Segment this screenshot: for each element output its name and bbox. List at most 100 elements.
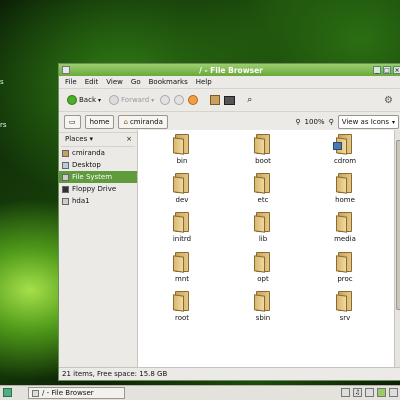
back-button[interactable]: Back ▾ — [65, 92, 103, 108]
sidebar-item-floppy[interactable]: Floppy Drive — [59, 183, 137, 195]
desktop-icon — [62, 161, 69, 169]
menu-help[interactable]: Help — [196, 78, 212, 86]
sidebar-item-desktop[interactable]: Desktop — [59, 159, 137, 171]
path-user-label: cmiranda — [129, 118, 163, 126]
folder-item[interactable]: root — [152, 289, 212, 322]
power-icon[interactable] — [389, 388, 398, 397]
folder-item[interactable]: lib — [233, 210, 293, 243]
folder-icon — [173, 132, 191, 155]
minimize-icon[interactable]: _ — [373, 66, 381, 74]
computer-icon[interactable] — [224, 95, 236, 105]
menu-edit[interactable]: Edit — [85, 78, 99, 86]
folder-label: sbin — [255, 314, 271, 322]
path-user-button[interactable]: ⌂ cmiranda — [118, 115, 168, 129]
vertical-scrollbar[interactable] — [394, 130, 400, 368]
desktop-label-fragment: rs — [0, 121, 7, 129]
search-icon[interactable]: ⌕ — [247, 95, 252, 105]
zoom-in-icon[interactable]: ⚲ — [329, 118, 334, 126]
menu-view[interactable]: View — [106, 78, 123, 86]
menu-file[interactable]: File — [65, 78, 77, 86]
stop-icon[interactable] — [174, 95, 185, 105]
floppy-icon — [62, 185, 69, 193]
file-browser-window: / - File Browser _ □ × File Edit View Go… — [58, 63, 400, 381]
status-text: 21 items, Free space: 15.8 GB — [62, 370, 168, 378]
edit-location-icon: ▭ — [69, 118, 76, 126]
close-sidebar-icon[interactable]: × — [126, 135, 132, 143]
path-toggle-button[interactable]: ▭ — [64, 115, 81, 129]
folder-item[interactable]: etc — [233, 171, 293, 204]
folder-icon — [254, 250, 272, 273]
home-icon[interactable] — [210, 95, 221, 105]
cdrom-folder-icon — [333, 132, 354, 155]
folder-item[interactable]: dev — [152, 171, 212, 204]
sidebar-header[interactable]: Places ▾ × — [61, 132, 135, 147]
path-home-label: home — [89, 118, 110, 126]
folder-item[interactable]: initrd — [152, 210, 212, 243]
folder-item[interactable]: srv — [315, 289, 375, 322]
scrollbar-thumb[interactable] — [396, 140, 400, 310]
sidebar-item-file-system[interactable]: File System — [59, 171, 137, 183]
folder-label: bin — [176, 157, 188, 165]
window-titlebar[interactable]: / - File Browser _ □ × — [59, 64, 400, 76]
sidebar-item-home[interactable]: cmiranda — [59, 147, 137, 159]
folder-item[interactable]: mnt — [152, 250, 212, 283]
folder-icon — [173, 171, 191, 194]
reload-icon[interactable] — [188, 95, 199, 105]
status-bar: 21 items, Free space: 15.8 GB — [59, 367, 400, 380]
chevron-down-icon: ▾ — [89, 135, 94, 143]
file-browser-icon — [32, 389, 39, 397]
close-icon[interactable]: × — [393, 66, 400, 74]
folder-icon — [173, 289, 191, 312]
folder-label: lib — [258, 235, 268, 243]
back-label: Back — [79, 96, 96, 104]
folder-label: root — [174, 314, 190, 322]
folder-label: opt — [257, 275, 269, 283]
drive-icon — [62, 173, 69, 181]
chevron-down-icon[interactable]: ▾ — [151, 97, 154, 104]
update-icon[interactable] — [377, 388, 386, 397]
folder-item[interactable]: media — [315, 210, 375, 243]
folder-label: mnt — [175, 275, 189, 283]
toolbar: Back ▾ Forward ▾ ⌕ ⚙ — [59, 89, 400, 112]
network-icon[interactable] — [365, 388, 374, 397]
path-home-button[interactable]: home — [84, 115, 115, 129]
sidebar-item-label: Desktop — [72, 161, 101, 169]
folder-item[interactable]: boot — [233, 132, 293, 165]
folder-label: initrd — [172, 235, 192, 243]
folder-item[interactable]: proc — [315, 250, 375, 283]
file-icon-grid: bin boot cdrom dev etc home initrd lib m… — [138, 130, 394, 368]
menu-go[interactable]: Go — [131, 78, 141, 86]
view-mode-select[interactable]: View as Icons ▾ — [337, 115, 399, 129]
folder-label: etc — [257, 196, 269, 204]
zoom-out-icon[interactable]: ⚲ — [295, 118, 300, 126]
sidebar-item-label: File System — [72, 173, 113, 181]
folder-icon — [336, 250, 354, 273]
sidebar-item-label: Floppy Drive — [72, 185, 117, 193]
folder-icon — [336, 289, 354, 312]
up-icon[interactable] — [160, 95, 171, 105]
chevron-down-icon: ▾ — [391, 118, 395, 126]
folder-item[interactable]: sbin — [233, 289, 293, 322]
chevron-down-icon[interactable]: ▾ — [98, 97, 101, 104]
back-arrow-icon — [67, 95, 77, 105]
sidebar-item-label: cmiranda — [72, 149, 105, 157]
zoom-level[interactable]: 100% — [305, 118, 325, 126]
menu-bookmarks[interactable]: Bookmarks — [149, 78, 188, 86]
folder-icon — [173, 210, 191, 233]
folder-item[interactable]: home — [315, 171, 375, 204]
sidebar: Places ▾ × cmiranda Desktop File System … — [59, 130, 138, 368]
sidebar-item-hda1[interactable]: hda1 — [59, 195, 137, 207]
folder-item[interactable]: bin — [152, 132, 212, 165]
folder-icon — [254, 132, 272, 155]
maximize-icon[interactable]: □ — [383, 66, 391, 74]
volume-icon[interactable]: ♫ — [353, 388, 362, 397]
folder-item[interactable]: cdrom — [315, 132, 375, 165]
taskbar-window-button[interactable]: / - File Browser — [28, 387, 125, 399]
forward-label: Forward — [121, 96, 150, 104]
app-launcher-icon[interactable] — [3, 388, 12, 397]
view-mode-label: View as Icons — [341, 118, 389, 126]
monitor-icon[interactable] — [341, 388, 350, 397]
folder-item[interactable]: opt — [233, 250, 293, 283]
forward-button[interactable]: Forward ▾ — [107, 92, 156, 108]
folder-label: dev — [175, 196, 189, 204]
